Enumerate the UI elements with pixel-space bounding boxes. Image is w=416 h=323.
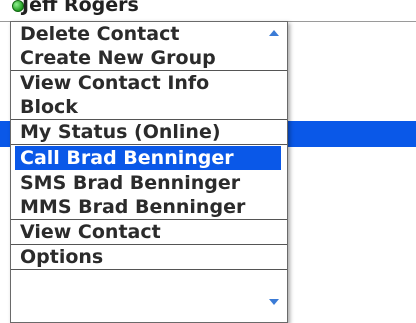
menu-group-contact-info: View Contact Info Block — [11, 71, 287, 120]
menu-item-sms[interactable]: SMS Brad Benninger — [11, 171, 287, 195]
chat-header: Jeff Rogers — [0, 0, 416, 22]
menu-group-view-contact: View Contact — [11, 220, 287, 245]
menu-item-view-contact[interactable]: View Contact — [11, 220, 287, 244]
menu-group-status: My Status (Online) — [11, 120, 287, 145]
menu-item-options[interactable]: Options — [11, 245, 287, 269]
conversation-pane — [282, 22, 416, 318]
menu-item-delete-contact[interactable]: Delete Contact — [11, 22, 287, 46]
scroll-down-arrow-icon[interactable] — [269, 299, 279, 305]
menu-item-view-contact-info[interactable]: View Contact Info — [11, 71, 287, 95]
menu-item-mms[interactable]: MMS Brad Benninger — [11, 195, 287, 219]
menu-group-contact-edit: Delete Contact Create New Group — [11, 22, 287, 71]
menu-item-create-new-group[interactable]: Create New Group — [11, 46, 287, 70]
contact-name: Jeff Rogers — [22, 0, 139, 16]
menu-item-call[interactable]: Call Brad Benninger — [15, 146, 281, 170]
menu-item-block[interactable]: Block — [11, 95, 287, 119]
menu-group-options: Options — [11, 245, 287, 270]
menu-item-my-status[interactable]: My Status (Online) — [11, 120, 287, 144]
menu-group-communicate: Call Brad Benninger SMS Brad Benninger M… — [11, 146, 287, 220]
context-menu: Delete Contact Create New Group View Con… — [10, 21, 288, 323]
